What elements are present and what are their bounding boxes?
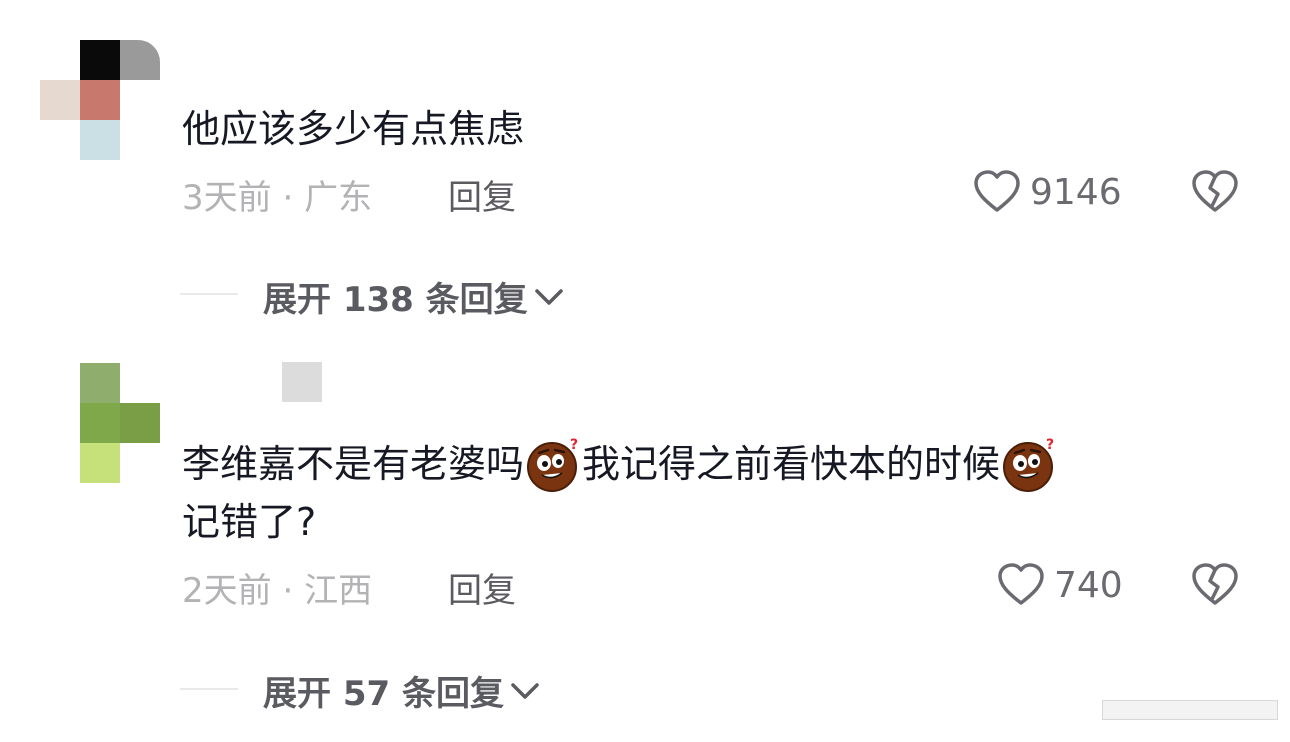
svg-text:?: ?: [570, 437, 578, 453]
thinking-face-emoji-icon: ?: [1003, 437, 1054, 492]
comment-time: 2天前: [182, 571, 272, 611]
horizontal-scrollbar[interactable]: [1102, 700, 1278, 720]
expand-divider: [180, 688, 238, 690]
like-count: 740: [1054, 564, 1123, 606]
dislike-button[interactable]: [1190, 561, 1240, 613]
heart-outline-icon: [998, 563, 1044, 605]
comment-location: 江西: [304, 571, 373, 611]
reply-button[interactable]: 回复: [448, 563, 516, 612]
comment-meta: 2天前 · 江西: [182, 563, 372, 612]
avatar[interactable]: [80, 363, 162, 483]
meta-separator: ·: [282, 571, 294, 611]
svg-text:?: ?: [1046, 437, 1054, 453]
username-placeholder[interactable]: [282, 362, 322, 402]
expand-replies-label: 展开 57 条回复: [263, 674, 504, 714]
broken-heart-icon: [1192, 563, 1238, 605]
chevron-down-icon: [511, 682, 539, 699]
like-button[interactable]: 740: [996, 560, 1123, 610]
comment-text: 李维嘉不是有老婆吗 ? 我记得之前看快本的时候 ?: [182, 435, 1058, 493]
comment-text-line2: 记错了?: [182, 500, 317, 544]
comment-text-part2: 我记得之前看快本的时候: [582, 442, 1001, 486]
thinking-face-emoji-icon: ?: [527, 437, 578, 492]
comment-text-part1: 李维嘉不是有老婆吗: [182, 442, 525, 486]
comment-2: 李维嘉不是有老婆吗 ? 我记得之前看快本的时候 ? 记错了? 2天前 · 江西 …: [0, 0, 1290, 742]
expand-replies-button[interactable]: 展开 57 条回复: [263, 666, 540, 715]
